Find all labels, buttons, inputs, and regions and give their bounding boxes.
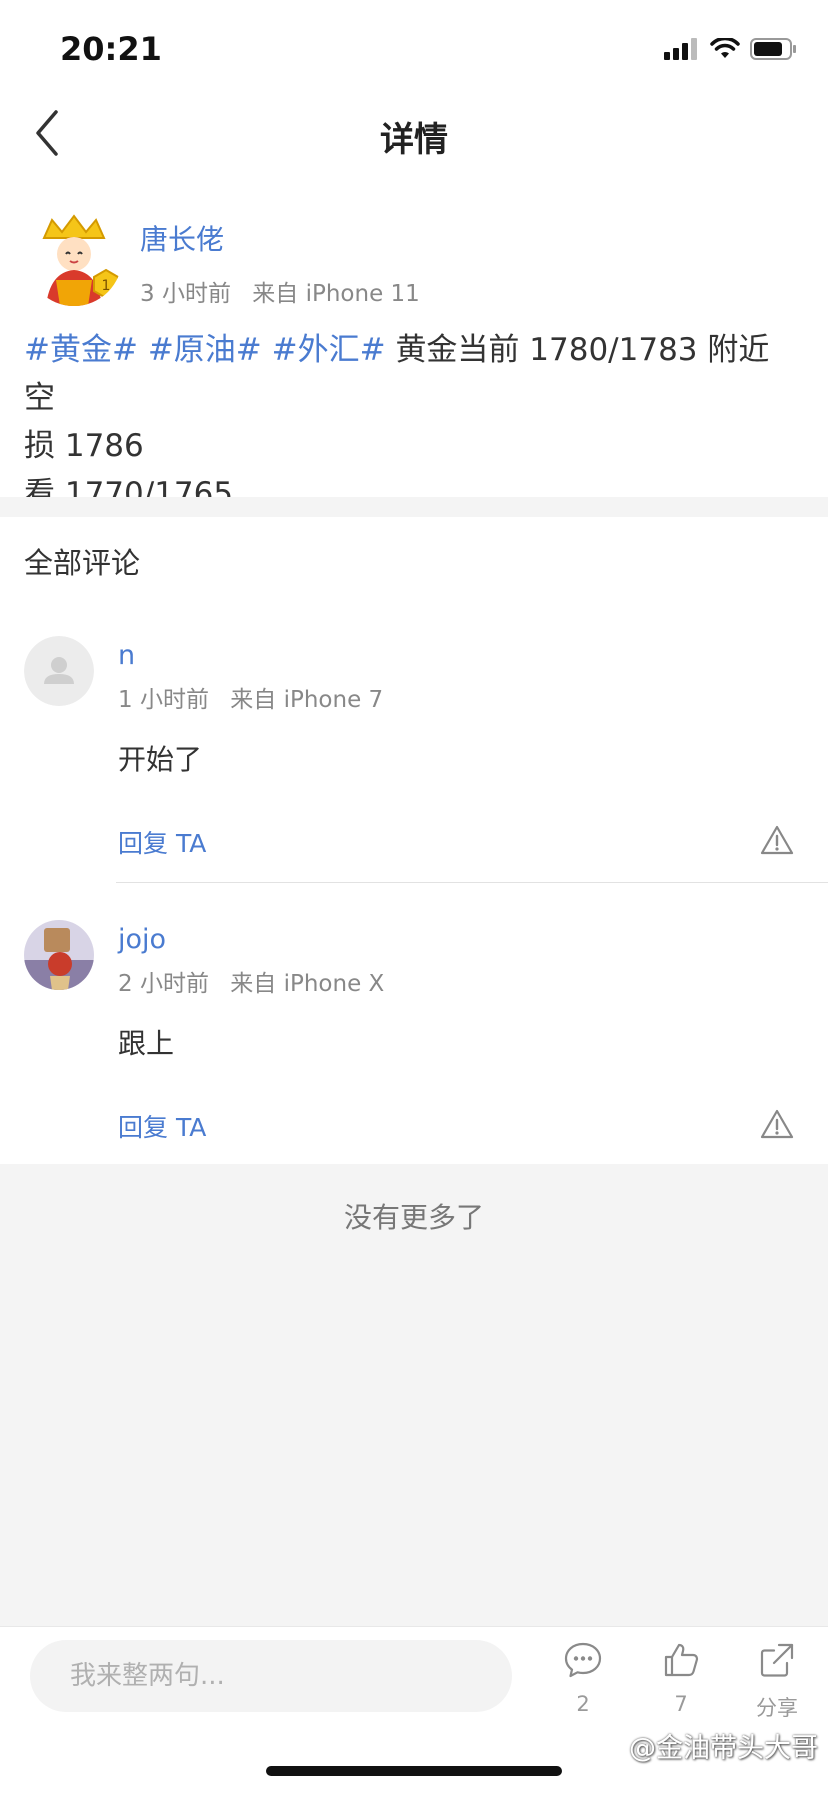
comment-time: 1 小时前 <box>118 687 209 713</box>
comment-source: 来自 iPhone 7 <box>230 687 384 713</box>
comment-time: 2 小时前 <box>118 971 209 997</box>
post-author-name[interactable]: 唐长佬 <box>140 218 224 258</box>
post-meta: 3 小时前 来自 iPhone 11 <box>140 274 420 308</box>
svg-text:1: 1 <box>102 278 111 294</box>
post-text-line: 损 1786 <box>24 428 144 464</box>
status-icons <box>664 34 798 64</box>
user-avatar-image <box>24 920 94 990</box>
comment-avatar[interactable] <box>24 920 94 990</box>
comment-divider <box>116 882 828 883</box>
warning-icon <box>760 1109 794 1139</box>
battery-icon <box>750 38 796 60</box>
like-count: 7 <box>674 1692 688 1716</box>
status-time: 20:21 <box>60 30 162 68</box>
comment-item: jojo 2 小时前 来自 iPhone X 跟上 回复 TA <box>0 920 828 1202</box>
post-content: #黄金# #原油# #外汇# 黄金当前 1780/1783 附近空 损 1786… <box>24 326 794 518</box>
comment-bubble-icon <box>564 1642 602 1678</box>
share-button[interactable]: 分享 <box>742 1640 812 1722</box>
watermark: @金油带头大哥 <box>629 1733 818 1764</box>
comment-meta: 1 小时前 来自 iPhone 7 <box>118 680 383 714</box>
report-button[interactable] <box>760 824 794 856</box>
default-avatar-icon <box>24 636 94 706</box>
post-line-1: #黄金# #原油# #外汇# 黄金当前 1780/1783 附近空 <box>24 326 794 422</box>
hashtag-gold[interactable]: #黄金# <box>24 332 138 368</box>
comment-avatar[interactable] <box>24 636 94 706</box>
post-source: 来自 iPhone 11 <box>252 281 420 307</box>
comment-source: 来自 iPhone X <box>230 971 385 997</box>
share-icon <box>760 1643 794 1677</box>
comment-author-name[interactable]: jojo <box>118 924 166 955</box>
no-more-text: 没有更多了 <box>343 1201 484 1234</box>
home-indicator[interactable] <box>266 1766 562 1776</box>
reply-button[interactable]: 回复 TA <box>118 824 206 860</box>
comment-count: 2 <box>576 1692 590 1716</box>
wifi-icon <box>710 38 740 58</box>
comment-item: n 1 小时前 来自 iPhone 7 开始了 回复 TA <box>0 636 828 918</box>
section-divider <box>0 497 828 517</box>
comment-count-button[interactable]: 2 <box>548 1640 618 1716</box>
signal-icon <box>664 38 697 60</box>
comment-text: 跟上 <box>118 1027 175 1060</box>
thumbs-up-icon <box>664 1643 699 1677</box>
comment-input[interactable] <box>30 1640 512 1712</box>
comment-text: 开始了 <box>118 743 203 776</box>
comment-author-name[interactable]: n <box>118 640 135 671</box>
post-time: 3 小时前 <box>140 281 231 307</box>
hashtag-forex[interactable]: #外汇# <box>272 332 386 368</box>
report-button[interactable] <box>760 1108 794 1140</box>
like-button[interactable]: 7 <box>646 1640 716 1716</box>
avatar-image: 1 <box>26 210 122 306</box>
share-label: 分享 <box>756 1696 798 1720</box>
reply-button[interactable]: 回复 TA <box>118 1108 206 1144</box>
comments-title: 全部评论 <box>24 546 141 580</box>
page-title: 详情 <box>380 120 448 160</box>
hashtag-oil[interactable]: #原油# <box>148 332 262 368</box>
warning-icon <box>760 825 794 855</box>
post-author-avatar[interactable]: 1 <box>26 210 122 306</box>
comment-meta: 2 小时前 来自 iPhone X <box>118 964 384 998</box>
